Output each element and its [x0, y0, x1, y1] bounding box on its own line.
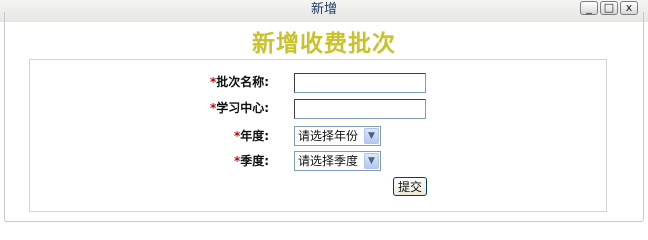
year-select[interactable]: 请选择年份 ▼: [294, 126, 381, 146]
study-center-label-text: 学习中心:: [216, 101, 270, 115]
batch-name-label-text: 批次名称:: [216, 75, 270, 89]
batch-name-label: *批次名称:: [210, 73, 269, 90]
year-selected-value: 请选择年份: [298, 129, 359, 143]
quarter-label-text: 季度:: [240, 154, 270, 168]
study-center-label: *学习中心:: [210, 99, 269, 116]
year-label: *年度:: [234, 127, 269, 144]
quarter-select[interactable]: 请选择季度 ▼: [294, 151, 381, 171]
chevron-down-icon[interactable]: ▼: [364, 128, 379, 144]
chevron-down-icon[interactable]: ▼: [364, 153, 379, 169]
quarter-selected-value: 请选择季度: [298, 154, 359, 168]
submit-button[interactable]: 提交: [393, 177, 427, 196]
study-center-input[interactable]: [294, 99, 426, 119]
batch-name-input[interactable]: [294, 73, 426, 93]
year-label-text: 年度:: [240, 129, 270, 143]
page-title: 新增收费批次: [252, 30, 396, 57]
quarter-label: *季度:: [234, 152, 269, 169]
